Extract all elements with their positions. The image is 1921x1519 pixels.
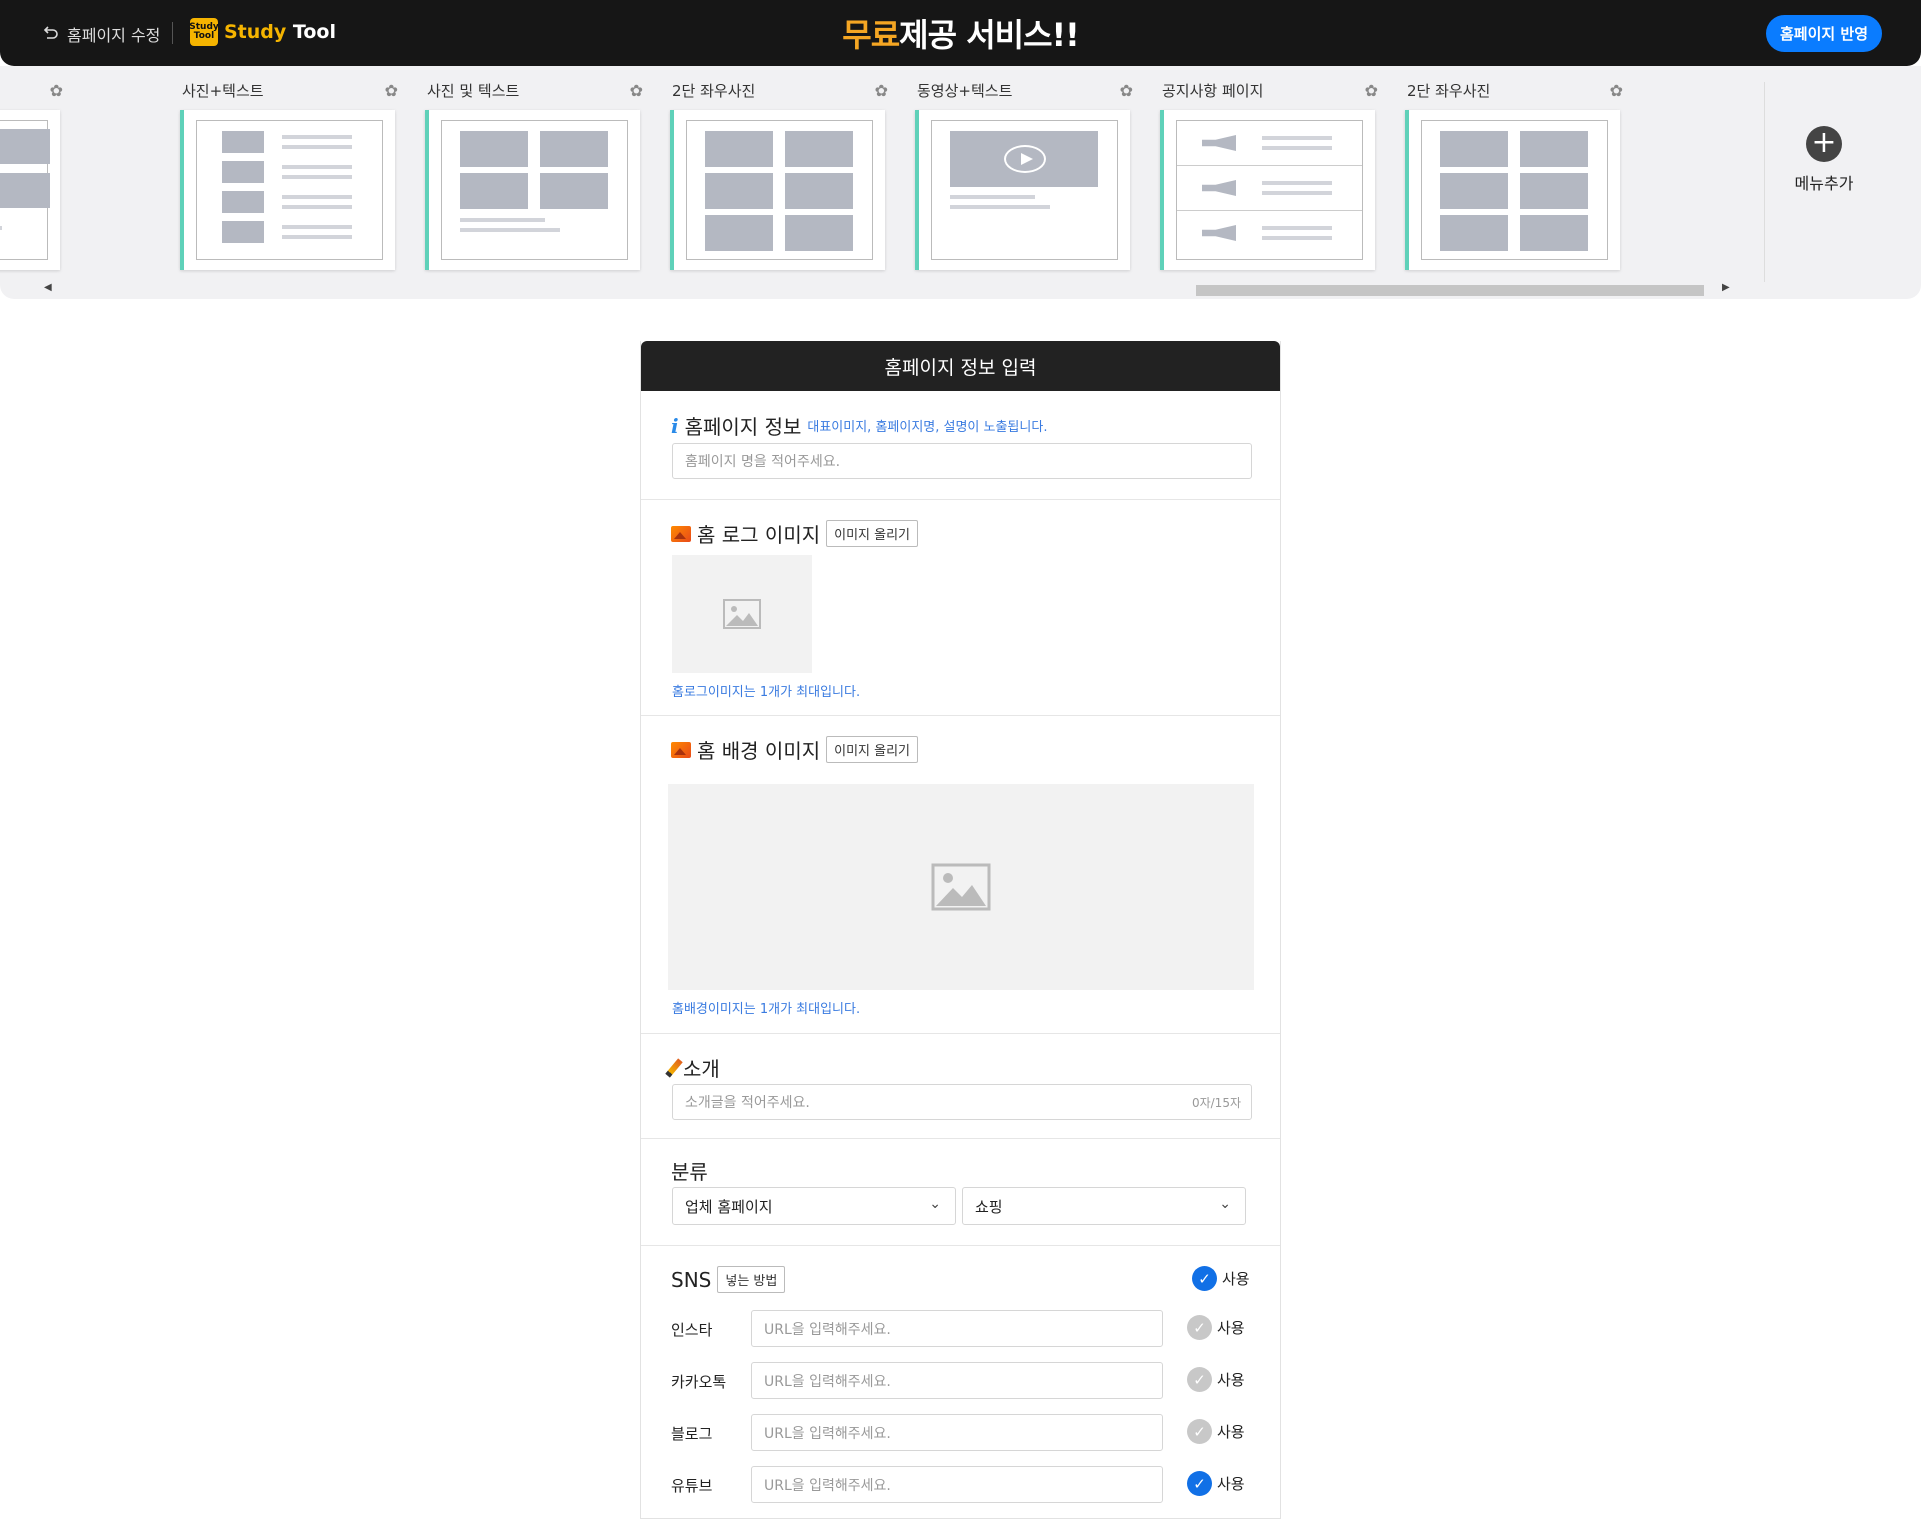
chevron-down-icon: ⌄ — [1219, 1196, 1231, 1212]
section-homepage-info: i 홈페이지 정보 대표이미지, 홈페이지명, 설명이 노출됩니다. 홈페이지 … — [641, 391, 1280, 500]
section-title: 홈 배경 이미지 — [697, 739, 821, 763]
picture-icon — [723, 599, 761, 629]
homepage-info-panel: 홈페이지 정보 입력 i 홈페이지 정보 대표이미지, 홈페이지명, 설명이 노… — [640, 341, 1281, 1519]
background-image-placeholder[interactable] — [668, 784, 1254, 990]
check-icon: ✓ — [1187, 1471, 1212, 1496]
template-card-photo-text[interactable]: 사진+텍스트 ✿ — [180, 80, 398, 270]
megaphone-icon — [1202, 135, 1236, 151]
image-icon — [671, 525, 691, 542]
background-note: 홈배경이미지는 1개가 최대입니다. — [672, 1002, 861, 1017]
use-label: 사용 — [1217, 1319, 1245, 1337]
section-title: 소개 — [683, 1057, 720, 1081]
category-select-subtype[interactable]: 쇼핑 ⌄ — [962, 1187, 1246, 1225]
megaphone-icon — [1202, 180, 1236, 196]
youtube-use-toggle[interactable]: ✓ 사용 — [1187, 1471, 1245, 1496]
section-title: 홈 로그 이미지 — [697, 523, 821, 547]
sns-howto-button[interactable]: 넣는 방법 — [717, 1266, 786, 1293]
youtube-url-input[interactable]: URL을 입력해주세요. — [751, 1466, 1163, 1503]
use-label: 사용 — [1222, 1270, 1250, 1288]
template-name: 사진 및 텍스트 — [427, 82, 520, 100]
upload-logo-button[interactable]: 이미지 올리기 — [826, 520, 919, 547]
blog-use-toggle[interactable]: ✓ 사용 — [1187, 1419, 1245, 1444]
section-category: 분류 업체 홈페이지 ⌄ 쇼핑 ⌄ — [641, 1139, 1280, 1246]
gear-icon[interactable]: ✿ — [50, 81, 63, 100]
publish-button[interactable]: 홈페이지 반영 — [1766, 15, 1882, 52]
sns-label-kakaotalk: 카카오톡 — [671, 1373, 727, 1391]
plus-icon: + — [1806, 126, 1842, 162]
template-name: 동영상+텍스트 — [917, 82, 1013, 100]
template-card-video-text[interactable]: 동영상+텍스트 ✿ — [915, 80, 1133, 270]
play-icon — [1004, 145, 1046, 173]
scroll-left-arrow[interactable]: ◀ — [44, 282, 52, 293]
chevron-down-icon: ⌄ — [929, 1196, 941, 1212]
upload-background-button[interactable]: 이미지 올리기 — [826, 736, 919, 763]
template-card-two-column-photo[interactable]: 2단 좌우사진 ✿ — [670, 80, 888, 270]
check-icon: ✓ — [1187, 1419, 1212, 1444]
check-icon: ✓ — [1187, 1367, 1212, 1392]
kakaotalk-use-toggle[interactable]: ✓ 사용 — [1187, 1367, 1245, 1392]
sns-use-toggle[interactable]: ✓ 사용 — [1192, 1266, 1250, 1291]
section-intro: 소개 소개글을 적어주세요. 0자/15자 — [641, 1034, 1280, 1139]
section-logo-image: 홈 로그 이미지 이미지 올리기 홈로그이미지는 1개가 최대입니다. — [641, 500, 1280, 716]
template-strip: ✿ 사진+텍스트 ✿ 사진 및 텍스트 ✿ 2단 좌우사진 ✿ 동영상+텍스트 … — [0, 66, 1921, 299]
panel-title: 홈페이지 정보 입력 — [641, 341, 1280, 391]
section-title: SNS — [671, 1267, 712, 1292]
select-value: 쇼핑 — [975, 1197, 1003, 1216]
gear-icon[interactable]: ✿ — [1365, 81, 1378, 100]
category-select-type[interactable]: 업체 홈페이지 ⌄ — [672, 1187, 956, 1225]
sns-label-youtube: 유튜브 — [671, 1477, 713, 1495]
info-hint: 대표이미지, 홈페이지명, 설명이 노출됩니다. — [807, 420, 1048, 435]
horizontal-scrollbar[interactable] — [1196, 285, 1704, 296]
instagram-use-toggle[interactable]: ✓ 사용 — [1187, 1315, 1245, 1340]
template-card-photo-and-text[interactable]: 사진 및 텍스트 ✿ — [425, 80, 643, 270]
use-label: 사용 — [1217, 1423, 1245, 1441]
gear-icon[interactable]: ✿ — [875, 81, 888, 100]
blog-url-input[interactable]: URL을 입력해주세요. — [751, 1414, 1163, 1451]
pencil-icon — [665, 1057, 683, 1078]
check-icon: ✓ — [1187, 1315, 1212, 1340]
scroll-right-arrow[interactable]: ▶ — [1722, 282, 1730, 293]
check-icon: ✓ — [1192, 1266, 1217, 1291]
gear-icon[interactable]: ✿ — [1610, 81, 1623, 100]
sns-label-blog: 블로그 — [671, 1425, 713, 1443]
add-menu-button[interactable]: + 메뉴추가 — [1764, 126, 1884, 194]
section-sns: SNS 넣는 방법 ✓ 사용 인스타 URL을 입력해주세요. ✓ 사용 카카오… — [641, 1246, 1280, 1506]
gear-icon[interactable]: ✿ — [630, 81, 643, 100]
section-title: 홈페이지 정보 — [684, 415, 802, 439]
use-label: 사용 — [1217, 1475, 1245, 1493]
instagram-url-input[interactable]: URL을 입력해주세요. — [751, 1310, 1163, 1347]
top-bar: 홈페이지 수정 Study Tool Study Tool 무료제공 서비스!!… — [0, 0, 1921, 66]
template-card-partial[interactable]: ✿ — [0, 80, 63, 270]
template-name: 공지사항 페이지 — [1162, 82, 1264, 100]
template-card-notice-page[interactable]: 공지사항 페이지 ✿ — [1160, 80, 1378, 270]
picture-icon — [931, 863, 991, 911]
template-card-two-column-photo-2[interactable]: 2단 좌우사진 ✿ — [1405, 80, 1623, 270]
homepage-name-input[interactable]: 홈페이지 명을 적어주세요. — [672, 443, 1252, 479]
template-name: 2단 좌우사진 — [672, 82, 756, 100]
gear-icon[interactable]: ✿ — [385, 81, 398, 100]
select-value: 업체 홈페이지 — [685, 1197, 773, 1216]
intro-input[interactable]: 소개글을 적어주세요. 0자/15자 — [672, 1084, 1252, 1120]
banner-highlight: 무료 — [842, 16, 900, 54]
kakaotalk-url-input[interactable]: URL을 입력해주세요. — [751, 1362, 1163, 1399]
use-label: 사용 — [1217, 1371, 1245, 1389]
template-name: 2단 좌우사진 — [1407, 82, 1491, 100]
logo-note: 홈로그이미지는 1개가 최대입니다. — [672, 685, 861, 700]
add-menu-label: 메뉴추가 — [1794, 174, 1854, 193]
char-counter: 0자/15자 — [1191, 1095, 1241, 1110]
section-title: 분류 — [671, 1160, 708, 1184]
info-icon: i — [671, 413, 679, 438]
sns-label-instagram: 인스타 — [671, 1321, 713, 1339]
gear-icon[interactable]: ✿ — [1120, 81, 1133, 100]
banner-title: 무료제공 서비스!! — [0, 10, 1921, 56]
logo-image-placeholder[interactable] — [672, 555, 812, 673]
megaphone-icon — [1202, 225, 1236, 241]
template-name: 사진+텍스트 — [182, 82, 264, 100]
section-background-image: 홈 배경 이미지 이미지 올리기 홈배경이미지는 1개가 최대입니다. — [641, 716, 1280, 1034]
image-icon — [671, 741, 691, 758]
banner-rest: 제공 서비스!! — [899, 16, 1080, 54]
intro-placeholder: 소개글을 적어주세요. — [685, 1095, 810, 1111]
